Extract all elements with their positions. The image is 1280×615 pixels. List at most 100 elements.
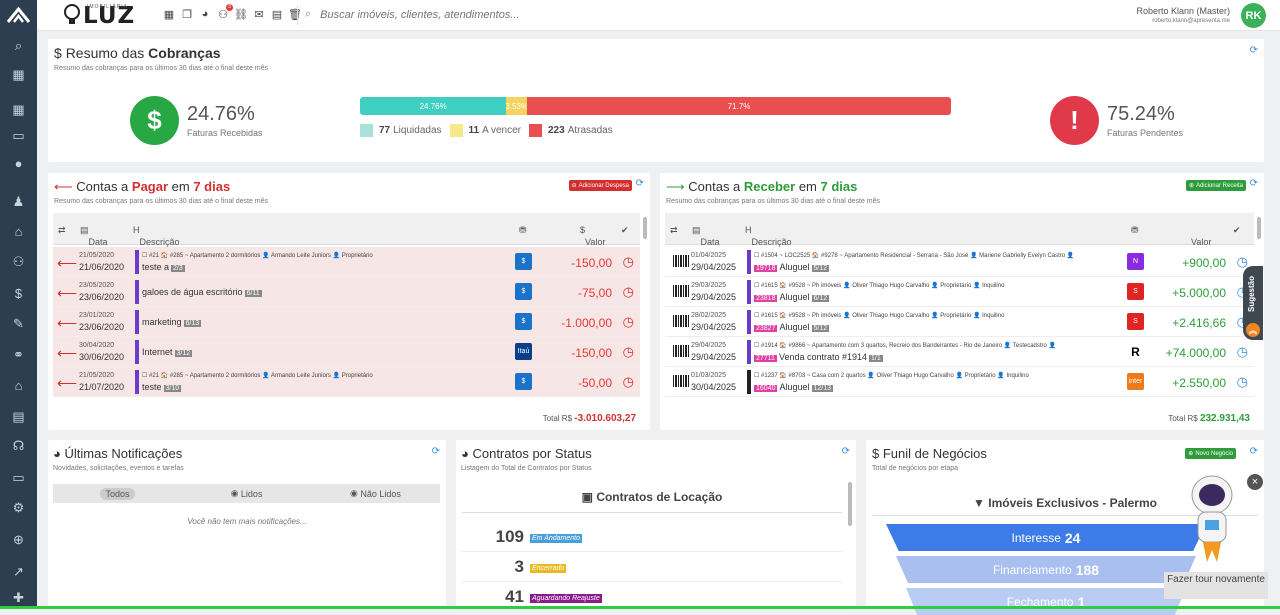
dashboard-icon[interactable]: ▦ <box>10 66 27 83</box>
row-description[interactable]: 23827 Aluguel 5/12 <box>754 322 830 332</box>
table-row[interactable]: ⟵ 21/05/2020 21/06/2020 ☐ #21 🏠 #285 ~ Apar… <box>53 247 640 277</box>
app-logo-icon[interactable] <box>6 5 31 27</box>
house-user-icon[interactable]: ⌂ <box>10 377 27 394</box>
table-row[interactable]: ⟵ 23/05/2020 23/06/2020 galoes de água escr… <box>53 277 640 307</box>
row-description[interactable]: 27711 Venda contrato #1914 1/1 <box>754 352 883 362</box>
tab-lidos[interactable]: ◉ Lidos <box>182 484 311 503</box>
row-description[interactable]: Internet 3/12 <box>142 347 193 357</box>
table-row[interactable]: ⟵ 23/01/2020 23/06/2020 marketing 6/13 $ -1.00… <box>53 307 640 337</box>
scrollbar[interactable] <box>643 217 647 239</box>
swap-icon[interactable]: ⇄ <box>670 225 678 236</box>
refresh-icon[interactable]: ⟳ <box>636 178 644 189</box>
table-row[interactable]: 29/03/2025 29/04/2025 ☐ #1615 🏠 #9528 ~ Ph… <box>665 277 1254 307</box>
users-icon[interactable]: ⚇ 3 <box>217 4 233 21</box>
refresh-icon[interactable]: ⟳ <box>1250 178 1258 189</box>
user-info[interactable]: Roberto Klann (Master) roberto.klann@apr… <box>1136 6 1230 24</box>
cogs-icon[interactable]: ⚙ <box>10 499 27 516</box>
row-description[interactable]: galoes de água escritório 6/11 <box>142 287 262 297</box>
funnel-stage[interactable]: Fechamento 1 <box>906 588 1186 615</box>
table-row[interactable]: 28/02/2025 29/04/2025 ☐ #1615 🏠 #9528 ~ Ph… <box>665 307 1254 337</box>
col-data[interactable]: ▤ Data <box>80 225 108 247</box>
brand-logo[interactable]: IMOBILIÁRIA LUZ <box>61 2 135 29</box>
clock-icon[interactable]: ◷ <box>623 374 634 390</box>
calendar-icon[interactable]: ▤ <box>10 408 27 425</box>
check-icon[interactable]: ✔ <box>1233 225 1241 236</box>
chart-icon[interactable]: ↗ <box>10 563 27 580</box>
row-description[interactable]: 16040 Aluguel 12/13 <box>754 382 834 392</box>
add-despesa-button[interactable]: ⊖ Adicionar Despesa <box>568 180 632 191</box>
plus-circle-icon[interactable]: ⊕ <box>10 531 27 548</box>
barcode-icon[interactable] <box>673 315 689 327</box>
sugestao-tab[interactable]: Sugestão ︽ <box>1243 266 1263 340</box>
headset-icon[interactable]: ☊ <box>10 437 27 454</box>
row-description[interactable]: 19718 Aluguel 5/12 <box>754 262 830 272</box>
col-data[interactable]: ▤ Data <box>692 225 720 247</box>
home-icon[interactable]: ⌂ <box>10 223 27 240</box>
clock-icon[interactable]: ◷ <box>623 284 634 300</box>
search-icon[interactable]: ⌕ <box>10 37 27 54</box>
tour-button[interactable]: Fazer tour novamente <box>1164 572 1268 599</box>
barcode-icon[interactable] <box>673 375 689 387</box>
table-row[interactable]: 01/03/2025 30/04/2025 ☐ #1237 🏠 #8703 ~ Ca… <box>665 367 1254 397</box>
envelope-icon[interactable]: ✉ <box>253 8 265 21</box>
refresh-icon[interactable]: ⟳ <box>432 446 440 457</box>
link-icon[interactable]: ⛓ <box>234 8 248 21</box>
scrollbar[interactable] <box>1257 217 1261 239</box>
clock-icon[interactable]: ◷ <box>623 314 634 330</box>
table-row[interactable]: ⟵ 30/04/2020 30/06/2020 Internet 3/12 Itaú -15… <box>53 337 640 367</box>
clock-icon[interactable]: ◷ <box>1237 344 1248 360</box>
novo-negocio-button[interactable]: ⊕ Novo Negócio <box>1185 448 1236 459</box>
users-icon[interactable]: ⚇ <box>10 253 27 270</box>
notification-badge: 3 <box>226 4 233 11</box>
contract-status-row[interactable]: 3 Encerrado <box>462 554 842 582</box>
table-row[interactable]: 01/04/2025 29/04/2025 ☐ #1504 ~ LOC2525 🏠 … <box>665 247 1254 277</box>
dashboard-icon[interactable]: ▦ <box>163 8 175 21</box>
table-row[interactable]: 29/04/2025 29/04/2025 ☐ #1914 🏠 #9866 ~ Ap… <box>665 337 1254 367</box>
trash-icon[interactable]: 🗑 <box>288 8 302 21</box>
funnel-stage[interactable]: Interesse 24 <box>886 524 1206 551</box>
add-receita-button[interactable]: ⊕ Adicionar Receita <box>1185 180 1246 191</box>
bank-icon: $ <box>515 283 532 300</box>
comments-icon[interactable]: ◕ <box>199 8 211 20</box>
table-row[interactable]: ⟵ 21/05/2020 21/07/2020 ☐ #21 🏠 #285 ~ Apar… <box>53 367 640 397</box>
barcode-icon[interactable] <box>673 345 689 357</box>
contract-status-row[interactable]: 109 Em Andamento <box>462 524 842 552</box>
col-descricao[interactable]: H Descrição <box>133 225 180 247</box>
window-icon[interactable]: ▭ <box>10 469 27 486</box>
grid-icon[interactable]: ▦ <box>10 101 27 118</box>
refresh-icon[interactable]: ⟳ <box>842 446 850 457</box>
calendar-icon[interactable]: ▤ <box>271 8 283 21</box>
scrollbar[interactable] <box>848 482 852 526</box>
link-icon[interactable]: ⟳ <box>1250 446 1258 457</box>
row-description[interactable]: marketing 6/13 <box>142 317 202 327</box>
astronaut-mascot[interactable] <box>1185 470 1240 570</box>
clock-icon[interactable]: ◷ <box>623 344 634 360</box>
col-valor[interactable]: $ Valor <box>580 225 605 247</box>
row-date: 30/04/2025 <box>691 382 737 392</box>
col-descricao[interactable]: H Descrição <box>745 225 792 247</box>
row-description[interactable]: teste a 2/3 <box>142 262 185 272</box>
dollar-icon[interactable]: $ <box>10 285 27 302</box>
id-card-icon[interactable]: ▭ <box>10 127 27 144</box>
close-icon[interactable]: × <box>1247 474 1263 490</box>
barcode-icon[interactable] <box>673 255 689 267</box>
handshake-icon[interactable]: ⚭ <box>10 346 27 363</box>
refresh-icon[interactable]: ⟳ <box>1250 45 1258 56</box>
barcode-icon[interactable] <box>673 285 689 297</box>
funnel-stage[interactable]: Financiamento 188 <box>896 556 1196 583</box>
file-signature-icon[interactable]: ✎ <box>10 315 27 332</box>
check-icon[interactable]: ✔ <box>621 225 629 236</box>
clock-icon[interactable]: ◷ <box>623 254 634 270</box>
row-description[interactable]: teste 3/10 <box>142 382 182 392</box>
user-tie-icon[interactable]: ♟ <box>10 193 27 210</box>
clock-icon[interactable]: ◷ <box>1237 374 1248 390</box>
avatar[interactable]: RK <box>1241 3 1266 28</box>
user-icon[interactable]: ● <box>10 155 27 172</box>
tab-nao-lidos[interactable]: ◉ Não Lidos <box>311 484 440 503</box>
row-description[interactable]: 23818 Aluguel 6/12 <box>754 292 830 302</box>
clone-icon[interactable]: ❐ <box>181 8 193 21</box>
puzzle-icon[interactable]: ✚ <box>10 589 27 606</box>
swap-icon[interactable]: ⇄ <box>58 225 66 236</box>
tab-todos[interactable]: Todos <box>53 484 182 503</box>
search-input[interactable] <box>320 8 621 21</box>
